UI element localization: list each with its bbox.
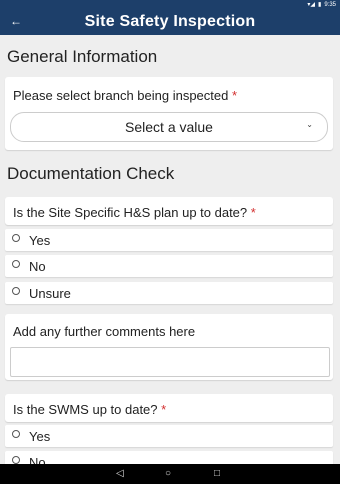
section-heading-documentation: Documentation Check [7,164,175,183]
page-title: Site Safety Inspection [84,13,256,30]
radio-button[interactable] [12,456,20,464]
required-mark: * [250,205,256,220]
branch-select-value: Select a value [125,119,213,135]
radio-label: Yes [29,233,51,248]
radio-button[interactable] [12,430,20,438]
radio-option-yes[interactable]: Yes [5,229,333,251]
nav-recents-icon[interactable]: □ [214,468,220,480]
swms-question-text: Is the SWMS up to date? [13,402,158,417]
radio-label: No [29,259,46,274]
required-mark: * [232,88,238,103]
clock: 9:35 [324,1,336,8]
branch-select[interactable]: Select a value ⌄ [10,112,328,142]
branch-question: Please select branch being inspected * [13,88,237,103]
swms-question: Is the SWMS up to date? * [13,402,166,417]
hs-plan-card: Is the Site Specific H&S plan up to date… [5,197,333,225]
radio-option-unsure[interactable]: Unsure [5,282,333,304]
comments-field[interactable] [10,347,330,377]
radio-option-no[interactable]: No [5,255,333,277]
nav-back-icon[interactable]: ◁ [116,468,124,480]
status-bar: ▾◢ ▮ 9:35 [0,0,340,9]
chevron-down-icon: ⌄ [306,120,313,129]
radio-button[interactable] [12,234,20,242]
swms-radio-option-no[interactable]: No [5,451,333,464]
radio-label: Yes [29,429,51,444]
radio-label: Unsure [29,286,71,301]
radio-button[interactable] [12,260,20,268]
comments-label: Add any further comments here [13,324,196,339]
form-content[interactable]: General Information Please select branch… [0,35,340,464]
radio-button[interactable] [12,287,20,295]
hs-plan-question-text: Is the Site Specific H&S plan up to date… [13,205,248,220]
branch-question-text: Please select branch being inspected [13,88,229,103]
radio-label: No [29,455,46,464]
battery-icon: ▮ [318,2,322,8]
swms-radio-option-yes[interactable]: Yes [5,425,333,447]
branch-card: Please select branch being inspected * S… [5,77,333,150]
signal-icon: ▾◢ [307,2,315,8]
section-heading-general: General Information [7,47,158,66]
nav-home-icon[interactable]: ○ [165,468,171,480]
system-nav-bar: ◁ ○ □ [0,464,340,484]
comments-card: Add any further comments here [5,314,333,380]
hs-plan-question: Is the Site Specific H&S plan up to date… [13,205,256,220]
required-mark: * [161,402,167,417]
app-bar: ← Site Safety Inspection [0,9,340,35]
swms-card: Is the SWMS up to date? * [5,394,333,422]
